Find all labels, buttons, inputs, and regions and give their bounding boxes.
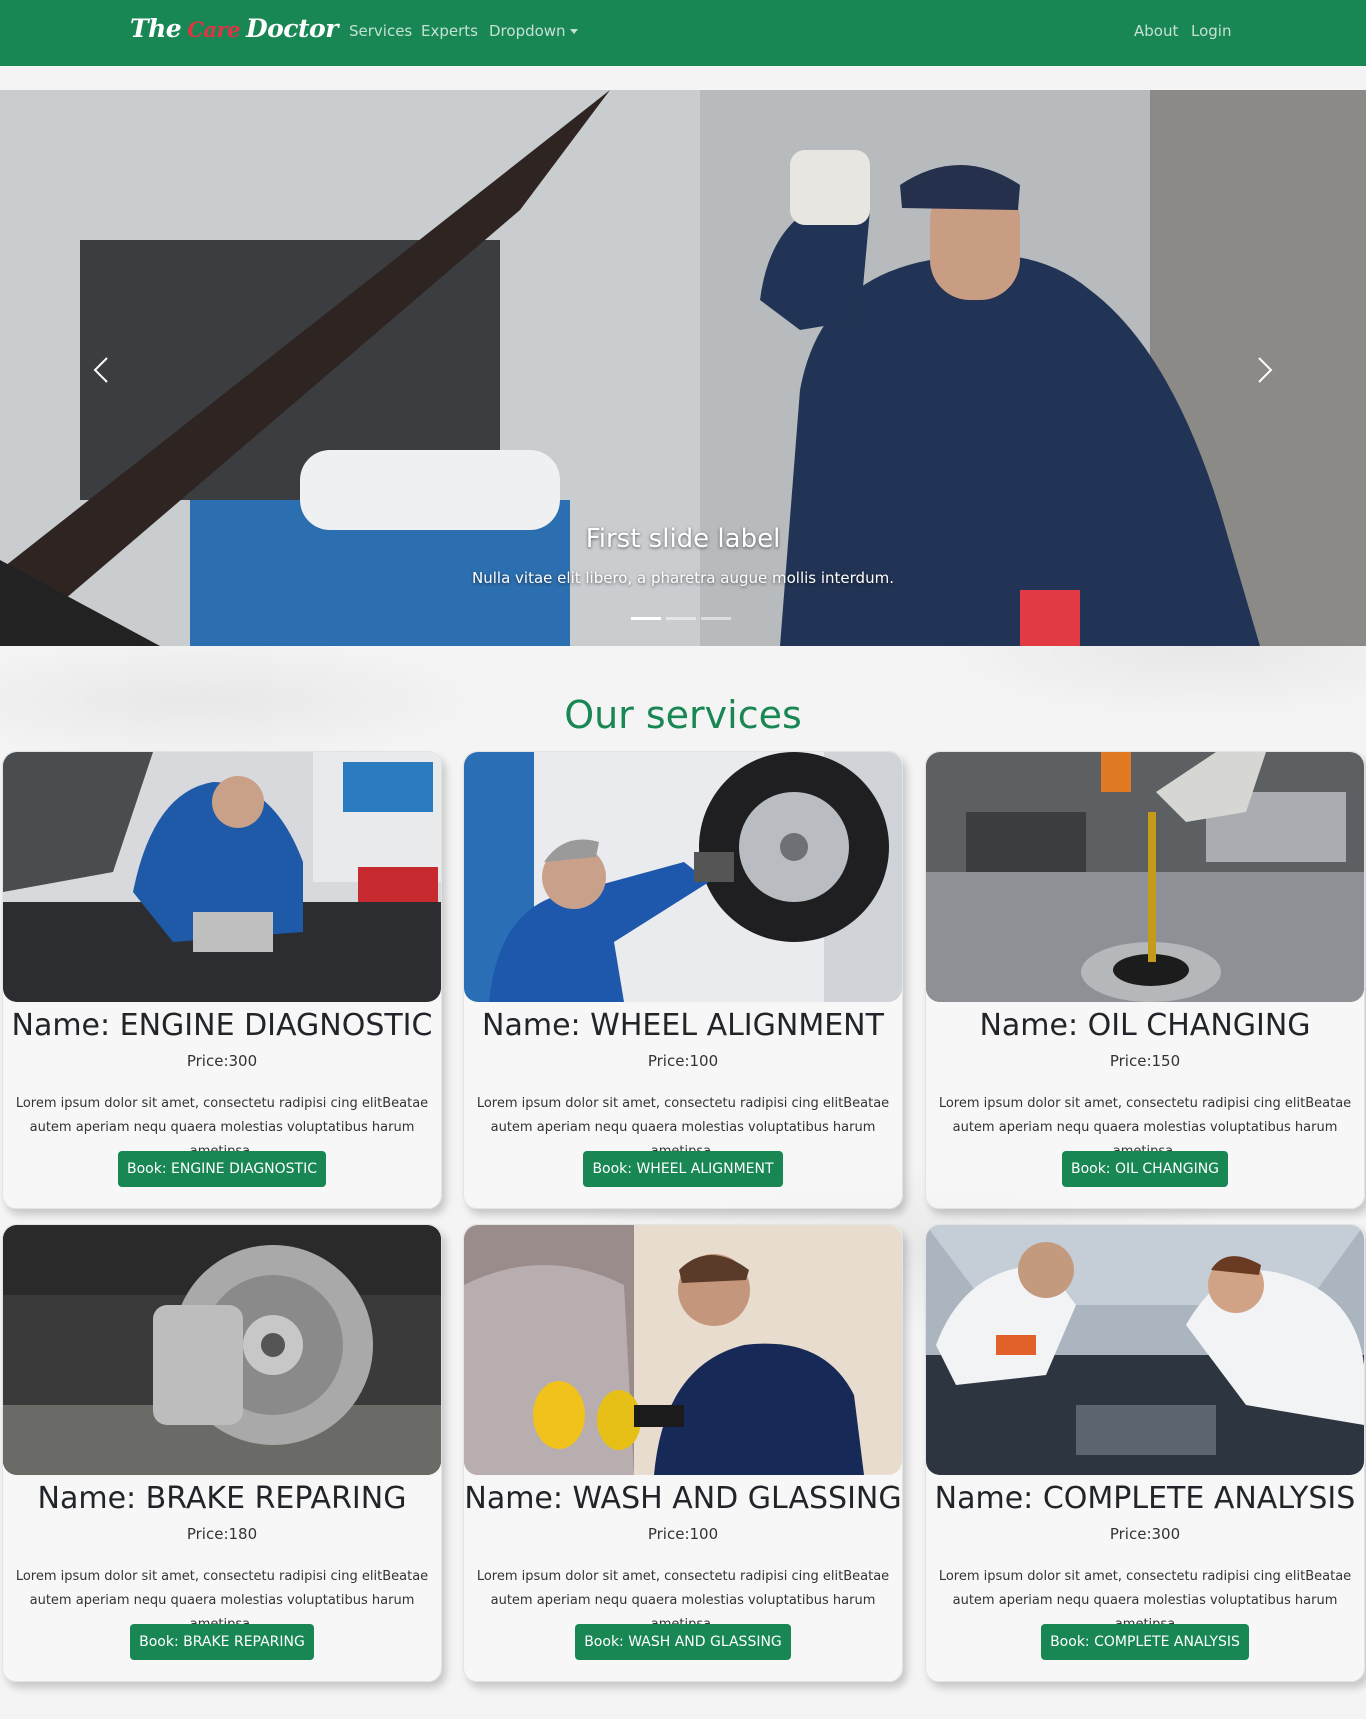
service-name: Name: WASH AND GLASSING: [464, 1481, 902, 1516]
service-price: Price:300: [1109, 1525, 1181, 1543]
chevron-right-icon: [1258, 357, 1273, 383]
service-price: Price:300: [186, 1052, 258, 1070]
book-wheel-alignment-button[interactable]: Book: WHEEL ALIGNMENT: [583, 1151, 783, 1187]
service-card: Name: BRAKE REPARING Price:180 Lorem ips…: [2, 1224, 442, 1682]
service-name: Name: BRAKE REPARING: [37, 1481, 407, 1516]
nav-experts[interactable]: Experts: [421, 22, 478, 40]
service-price: Price:100: [647, 1525, 719, 1543]
service-card: Name: WHEEL ALIGNMENT Price:100 Lorem ip…: [463, 751, 903, 1209]
book-oil-changing-button[interactable]: Book: OIL CHANGING: [1061, 1151, 1229, 1187]
brand-word-the: The: [130, 14, 182, 43]
carousel-indicator-3[interactable]: [701, 617, 731, 620]
mechanic-garage-image: [0, 90, 1366, 646]
service-card: Name: ENGINE DIAGNOSTIC Price:300 Lorem …: [2, 751, 442, 1209]
carousel-indicator-2[interactable]: [666, 617, 696, 620]
wheel-alignment-image: [464, 752, 902, 1002]
brake-repairing-image: [3, 1225, 441, 1475]
service-price: Price:100: [647, 1052, 719, 1070]
wash-and-glassing-image: [464, 1225, 902, 1475]
nav-login[interactable]: Login: [1191, 22, 1231, 40]
brand-word-doctor: Doctor: [245, 14, 338, 43]
nav-dropdown[interactable]: Dropdown: [489, 22, 578, 40]
service-name: Name: ENGINE DIAGNOSTIC: [11, 1008, 433, 1043]
carousel-indicator-1[interactable]: [631, 617, 661, 620]
service-card: Name: COMPLETE ANALYSIS Price:300 Lorem …: [925, 1224, 1365, 1682]
service-name: Name: WHEEL ALIGNMENT: [482, 1008, 884, 1043]
service-card: Name: OIL CHANGING Price:150 Lorem ipsum…: [925, 751, 1365, 1209]
service-card: Name: WASH AND GLASSING Price:100 Lorem …: [463, 1224, 903, 1682]
service-name: Name: OIL CHANGING: [979, 1008, 1311, 1043]
nav-services[interactable]: Services: [349, 22, 412, 40]
service-name: Name: COMPLETE ANALYSIS: [934, 1481, 1356, 1516]
caret-down-icon: [569, 29, 578, 34]
navbar: The Care Doctor Services Experts Dropdown …: [0, 0, 1366, 66]
book-brake-reparing-button[interactable]: Book: BRAKE REPARING: [130, 1624, 314, 1660]
carousel-prev-button[interactable]: [72, 340, 132, 400]
service-price: Price:150: [1109, 1052, 1181, 1070]
book-wash-and-glassing-button[interactable]: Book: WASH AND GLASSING: [575, 1624, 791, 1660]
oil-changing-image: [926, 752, 1364, 1002]
book-complete-analysis-button[interactable]: Book: COMPLETE ANALYSIS: [1041, 1624, 1249, 1660]
hero-carousel: First slide label Nulla vitae elit liber…: [0, 90, 1366, 646]
nav-about[interactable]: About: [1134, 22, 1178, 40]
nav-dropdown-label: Dropdown: [489, 22, 566, 40]
carousel-caption-text: Nulla vitae elit libero, a pharetra augu…: [472, 569, 894, 587]
carousel-indicators: [631, 617, 731, 620]
complete-analysis-image: [926, 1225, 1364, 1475]
carousel-caption-title: First slide label: [585, 524, 781, 554]
services-heading: Our services: [564, 693, 802, 737]
book-engine-diagnostic-button[interactable]: Book: ENGINE DIAGNOSTIC: [118, 1151, 326, 1187]
engine-diagnostic-image: [3, 752, 441, 1002]
brand-logo[interactable]: The Care Doctor: [130, 14, 338, 43]
carousel-next-button[interactable]: [1234, 340, 1294, 400]
brand-word-care: Care: [187, 17, 240, 42]
service-price: Price:180: [186, 1525, 258, 1543]
chevron-left-icon: [93, 357, 108, 383]
